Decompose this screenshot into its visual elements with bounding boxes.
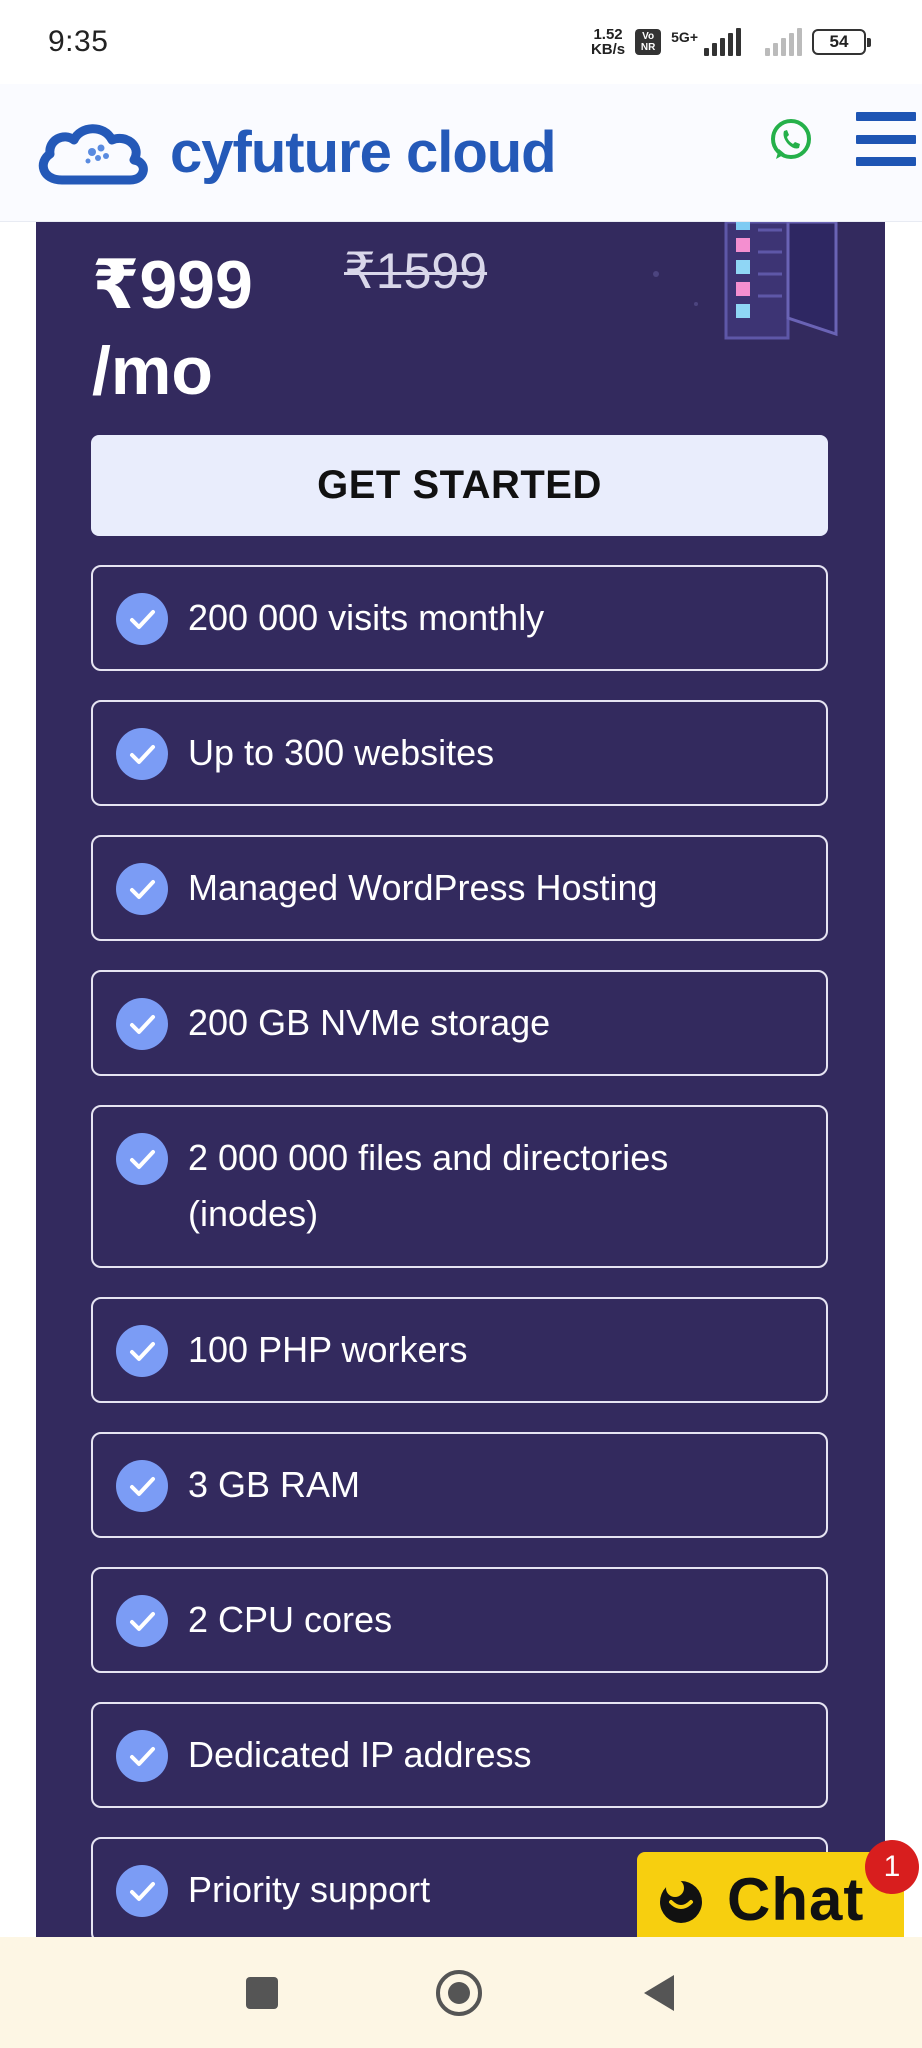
status-indicators: 1.52 KB/s Vo NR 5G+ 54 [591, 27, 871, 57]
network-speed-value: 1.52 [593, 26, 623, 43]
battery-level: 54 [829, 32, 849, 51]
square-icon[interactable] [240, 1971, 284, 2015]
hamburger-menu-icon[interactable] [856, 112, 916, 166]
feature-item: 2 000 000 files and directories (inodes) [91, 1105, 828, 1268]
system-nav-bar [0, 1937, 922, 2048]
check-circle-icon [116, 1133, 168, 1185]
check-circle-icon [116, 593, 168, 645]
chat-bubble-icon [660, 1878, 702, 1923]
back-triangle-icon[interactable] [638, 1971, 682, 2015]
feature-item: 3 GB RAM [91, 1432, 828, 1538]
feature-item: Dedicated IP address [91, 1702, 828, 1808]
feature-text: Dedicated IP address [188, 1734, 532, 1775]
check-circle-icon [116, 1595, 168, 1647]
signal-strength-icon [704, 28, 741, 56]
feature-text: 100 PHP workers [188, 1329, 468, 1370]
feature-item: 200 000 visits monthly [91, 565, 828, 671]
feature-text: 2 000 000 files and directories (inodes) [188, 1137, 669, 1234]
feature-text: 3 GB RAM [188, 1464, 361, 1505]
check-circle-icon [116, 1865, 168, 1917]
feature-text: 200 000 visits monthly [188, 597, 545, 638]
feature-text: Managed WordPress Hosting [188, 867, 658, 908]
status-time: 9:35 [48, 25, 109, 58]
feature-text: Up to 300 websites [188, 732, 495, 773]
volte-icon: Vo NR [635, 29, 662, 55]
network-type: 5G+ [671, 29, 698, 45]
check-circle-icon [116, 1325, 168, 1377]
battery-icon: 54 [812, 29, 871, 55]
pricing-card: ₹999 /mo ₹1599 GET STARTED 200 000 visit… [36, 222, 885, 1943]
feature-item: Up to 300 websites [91, 700, 828, 806]
feature-text: 200 GB NVMe storage [188, 1002, 551, 1043]
site-logo[interactable]: cyfuture cloud [34, 118, 557, 188]
feature-item: Managed WordPress Hosting [91, 835, 828, 941]
feature-text: 2 CPU cores [188, 1599, 393, 1640]
chat-notification-badge: 1 [865, 1840, 919, 1894]
price-period: /mo [92, 333, 213, 409]
feature-item: 2 CPU cores [91, 1567, 828, 1673]
feature-item: 100 PHP workers [91, 1297, 828, 1403]
check-circle-icon [116, 998, 168, 1050]
check-circle-icon [116, 1730, 168, 1782]
check-circle-icon [116, 1460, 168, 1512]
feature-item: 200 GB NVMe storage [91, 970, 828, 1076]
chat-label: Chat [727, 1866, 865, 1933]
network-speed: 1.52 KB/s [591, 27, 625, 57]
original-price: ₹1599 [344, 243, 488, 299]
price-amount: ₹999 [92, 247, 253, 323]
chat-widget-button[interactable]: Chat [637, 1852, 904, 1947]
whatsapp-icon[interactable] [768, 117, 814, 163]
server-illustration-icon [653, 222, 838, 340]
check-circle-icon [116, 728, 168, 780]
get-started-button[interactable]: GET STARTED [91, 435, 828, 536]
logo-text: cyfuture cloud [170, 120, 557, 185]
network-speed-unit: KB/s [590, 41, 626, 58]
plan-price: ₹999 /mo [92, 242, 253, 414]
site-header: cyfuture cloud [0, 84, 922, 222]
check-circle-icon [116, 863, 168, 915]
status-bar: 9:35 1.52 KB/s Vo NR 5G+ 54 [0, 0, 922, 84]
signal-strength-sim2-icon [765, 28, 802, 56]
cloud-logo-icon [38, 123, 148, 184]
home-circle-icon[interactable] [434, 1968, 484, 2018]
